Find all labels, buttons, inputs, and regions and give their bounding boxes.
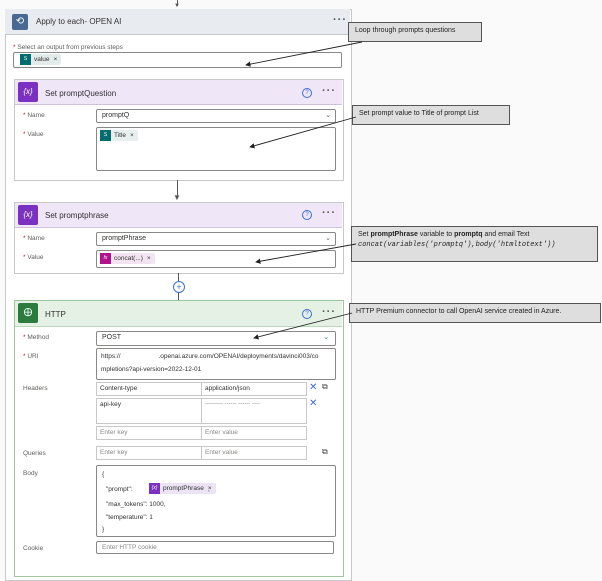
arrow-loop	[245, 41, 363, 67]
callout-arrows	[245, 41, 363, 340]
arrow-prompt-value	[249, 116, 357, 149]
arrow-prompt-phrase	[255, 243, 357, 264]
arrow-http	[253, 312, 353, 340]
